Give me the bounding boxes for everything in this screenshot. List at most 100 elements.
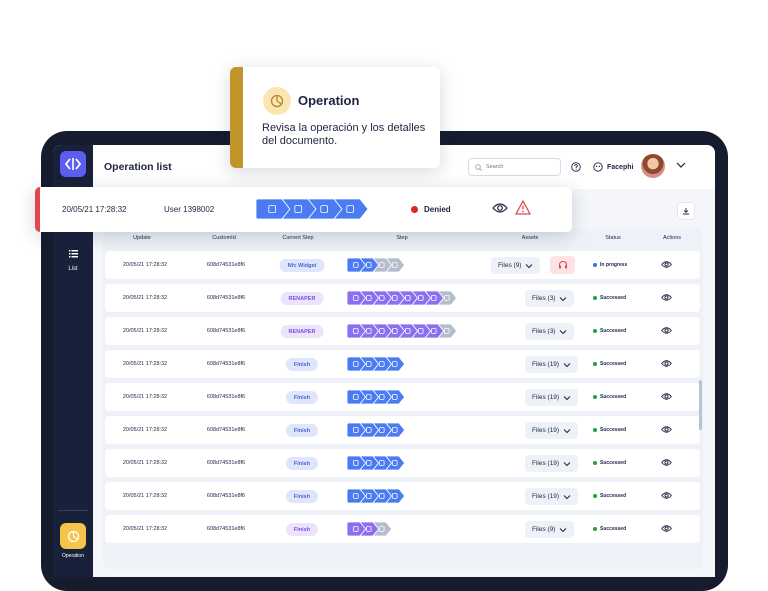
files-dropdown[interactable]: Files (3) xyxy=(525,323,575,340)
status-dot xyxy=(593,296,597,300)
pie-chart-icon xyxy=(67,530,79,542)
files-label: Files (9) xyxy=(532,526,556,533)
current-step-badge: Finish xyxy=(285,490,319,503)
update-cell: 20/05/21 17:28:32 xyxy=(122,295,168,301)
search-input[interactable] xyxy=(486,164,556,170)
status-dot xyxy=(593,461,597,465)
update-cell: 20/05/21 17:28:32 xyxy=(122,460,168,466)
table-row[interactable]: 20/05/21 17:28:32 608d74531e8f6 RENAPER … xyxy=(105,317,700,345)
customid-cell: 608d74531e8f6 xyxy=(206,295,246,301)
sidebar-item-list[interactable]: List xyxy=(53,245,93,272)
files-dropdown[interactable]: Files (19) xyxy=(525,389,579,406)
table-row[interactable]: 20/05/21 17:28:32 608d74531e8f6 Finish F… xyxy=(105,383,700,411)
step-chevrons xyxy=(346,521,393,537)
status-dot xyxy=(593,329,597,333)
table-row[interactable]: 20/05/21 17:28:32 608d74531e8f6 Finish F… xyxy=(105,416,700,444)
status-dot xyxy=(593,428,597,432)
update-cell: 20/05/21 17:28:32 xyxy=(122,328,168,334)
eye-icon[interactable] xyxy=(492,202,508,214)
eye-icon[interactable] xyxy=(661,392,672,401)
status-badge: Successed xyxy=(593,361,626,367)
sidebar-item-label: List xyxy=(68,266,78,272)
eye-icon[interactable] xyxy=(661,524,672,533)
status-dot xyxy=(593,494,597,498)
files-label: Files (19) xyxy=(532,493,560,500)
chevron-down-icon xyxy=(563,428,571,433)
table-row[interactable]: 20/05/21 17:28:32 608d74531e8f6 RENAPER … xyxy=(105,284,700,312)
sidebar-item-operation[interactable] xyxy=(60,523,86,549)
eye-icon[interactable] xyxy=(661,260,672,269)
status-badge: Successed xyxy=(593,526,626,532)
status-badge: Successed xyxy=(593,328,626,334)
warning-icon[interactable] xyxy=(515,200,531,215)
step-chevrons xyxy=(346,323,458,339)
operations-table: Update CustomId Current Step Step Assets… xyxy=(103,229,703,569)
column-header: Update xyxy=(133,235,151,241)
files-dropdown[interactable]: Files (9) xyxy=(491,257,541,274)
download-icon xyxy=(683,208,689,215)
status-label: Successed xyxy=(600,328,627,334)
organization[interactable]: Facephi xyxy=(593,162,633,172)
callout-accent-bar xyxy=(230,67,243,168)
files-dropdown[interactable]: Files (19) xyxy=(525,488,579,505)
download-button[interactable] xyxy=(677,202,695,220)
eye-icon[interactable] xyxy=(661,326,672,335)
selected-operation-card[interactable]: 20/05/21 17:28:32 User 1398002 Denied xyxy=(35,187,572,232)
files-dropdown[interactable]: Files (9) xyxy=(525,521,575,538)
current-step-badge: Nfc Widget xyxy=(279,259,325,272)
table-row[interactable]: 20/05/21 17:28:32 608d74531e8f6 Finish F… xyxy=(105,350,700,378)
app-logo[interactable] xyxy=(60,151,86,177)
customid-cell: 608d74531e8f6 xyxy=(206,460,246,466)
files-dropdown[interactable]: Files (19) xyxy=(525,455,579,472)
files-dropdown[interactable]: Files (19) xyxy=(525,422,579,439)
table-row[interactable]: 20/05/21 17:28:32 608d74531e8f6 Finish F… xyxy=(105,515,700,543)
update-cell: 20/05/21 17:28:32 xyxy=(122,262,168,268)
chevron-down-icon[interactable] xyxy=(676,161,686,169)
step-progress xyxy=(346,488,406,504)
customid-cell: 608d74531e8f6 xyxy=(206,427,246,433)
step-progress xyxy=(346,290,458,306)
update-cell: 20/05/21 17:28:32 xyxy=(122,361,168,367)
pie-chart-icon xyxy=(270,94,284,108)
callout-icon xyxy=(263,87,291,115)
customid-cell: 608d74531e8f6 xyxy=(206,328,246,334)
customid-cell: 608d74531e8f6 xyxy=(206,361,246,367)
table-row[interactable]: 20/05/21 17:28:32 608d74531e8f6 Finish F… xyxy=(105,449,700,477)
operation-user: User 1398002 xyxy=(164,205,215,214)
status-label: Successed xyxy=(600,361,627,367)
current-step-badge: Finish xyxy=(285,457,319,470)
scrollbar[interactable] xyxy=(699,380,702,430)
customid-cell: 608d74531e8f6 xyxy=(206,262,246,268)
update-cell: 20/05/21 17:28:32 xyxy=(122,526,168,532)
status-label: Successed xyxy=(600,460,627,466)
error-accent-bar xyxy=(35,187,40,232)
status-label: Successed xyxy=(600,493,627,499)
sidebar-divider xyxy=(58,510,88,511)
step-progress xyxy=(346,521,393,537)
eye-icon[interactable] xyxy=(661,491,672,500)
files-dropdown[interactable]: Files (3) xyxy=(525,290,575,307)
table-row[interactable]: 20/05/21 17:28:32 608d74531e8f6 Finish F… xyxy=(105,482,700,510)
status-label: In progress xyxy=(600,262,628,268)
help-icon[interactable] xyxy=(571,162,581,172)
eye-icon[interactable] xyxy=(661,425,672,434)
status-dot xyxy=(593,527,597,531)
avatar[interactable] xyxy=(641,154,665,178)
eye-icon[interactable] xyxy=(661,359,672,368)
step-chevrons xyxy=(346,257,406,273)
status-badge: Successed xyxy=(593,427,626,433)
current-step-badge: RENAPER xyxy=(280,325,324,338)
status-dot xyxy=(593,263,597,267)
files-label: Files (9) xyxy=(498,262,522,269)
eye-icon[interactable] xyxy=(661,293,672,302)
status-badge: In progress xyxy=(593,262,627,268)
status-label: Successed xyxy=(600,295,627,301)
eye-icon[interactable] xyxy=(661,458,672,467)
files-dropdown[interactable]: Files (19) xyxy=(525,356,579,373)
status-dot xyxy=(411,206,418,213)
customid-cell: 608d74531e8f6 xyxy=(206,394,246,400)
table-row[interactable]: 20/05/21 17:28:32 608d74531e8f6 Nfc Widg… xyxy=(105,251,700,279)
customid-cell: 608d74531e8f6 xyxy=(206,493,246,499)
search-box[interactable] xyxy=(468,158,561,176)
support-button[interactable] xyxy=(550,256,575,274)
